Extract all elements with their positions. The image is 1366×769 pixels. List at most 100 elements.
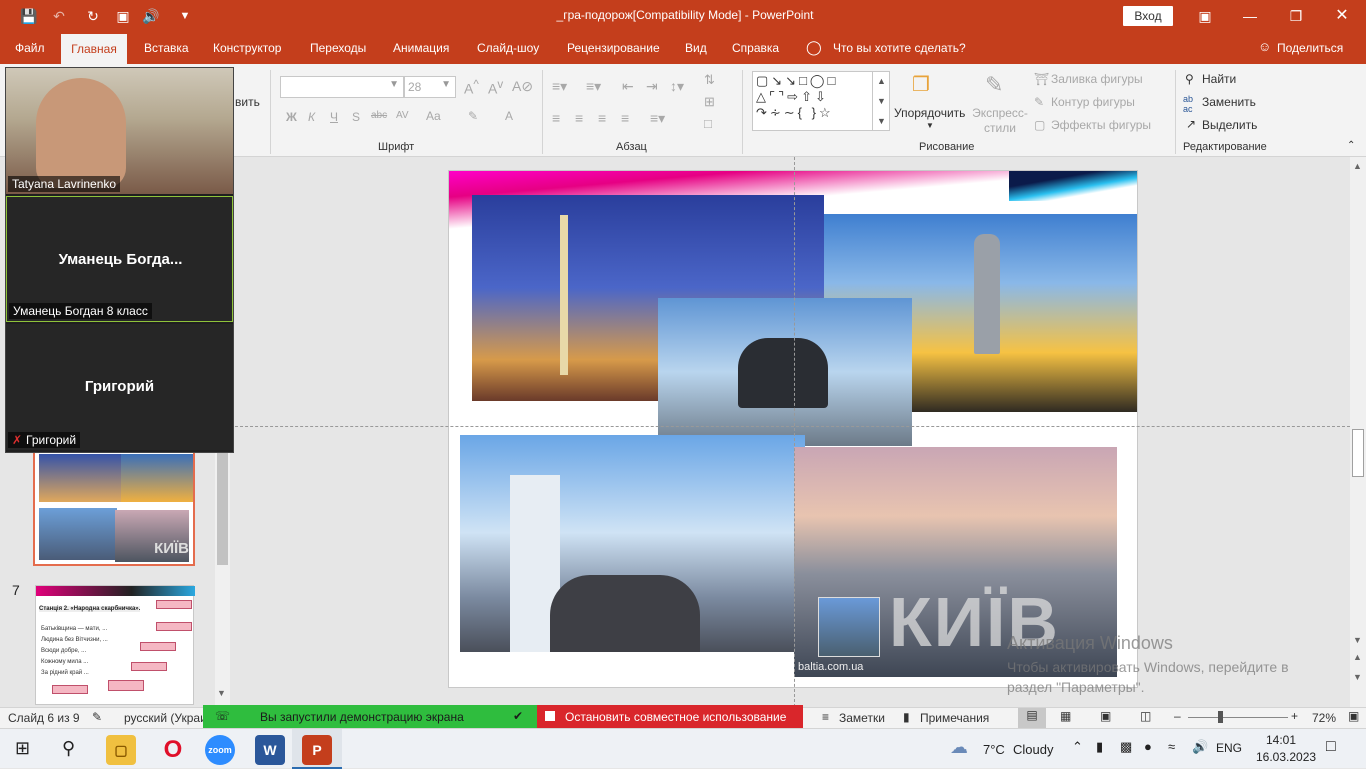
zoom-slider[interactable] [1188,717,1288,718]
tab-help[interactable]: Справка [732,41,779,55]
tell-me-search[interactable]: Что вы хотите сделать? [833,41,966,55]
numbering-icon[interactable]: ≡▾ [586,78,601,95]
clock-date[interactable]: 16.03.2023 [1256,750,1316,764]
video-tile[interactable]: Tatyana Lavrinenko [6,68,233,194]
shrink-font-icon[interactable]: Av [488,78,503,97]
editor-scrollbar[interactable]: ▲ ▼ ▲ ▼ [1350,157,1366,707]
arrange-button[interactable]: Упорядочить [894,106,965,120]
thumbnail-slide-6[interactable]: КИЇВ [33,440,195,566]
change-case-button[interactable]: Aa [426,109,441,123]
zoom-in-icon[interactable]: + [1291,709,1298,723]
powerpoint-taskbar-active[interactable]: P [292,729,342,769]
zoom-out-icon[interactable]: – [1174,709,1181,723]
chevron-up-icon[interactable]: ⌃ [1072,739,1083,755]
maximize-icon[interactable]: ❐ [1276,4,1316,28]
signin-button[interactable]: Вход [1123,6,1173,26]
wifi-icon[interactable]: ≈ [1168,739,1175,754]
bullets-icon[interactable]: ≡▾ [552,78,567,95]
tab-review[interactable]: Рецензирование [567,41,660,55]
align-center-icon[interactable]: ≡ [575,110,583,126]
normal-view-icon[interactable]: ▤ [1018,708,1046,728]
shadow-button[interactable]: S [352,110,360,124]
weather-text[interactable]: Cloudy [1013,742,1053,757]
volume-icon[interactable]: 🔊 [1192,739,1208,755]
slide-sorter-icon[interactable]: ▦ [1060,709,1071,723]
undo-icon[interactable]: ↶ [48,6,70,26]
underline-button[interactable]: Ч [330,110,338,124]
paste-label-fragment[interactable]: вить [235,95,260,109]
fit-slide-icon[interactable]: ▣ [1348,709,1359,723]
zoom-video-panel[interactable]: Tatyana Lavrinenko Уманець Богда... Уман… [5,67,234,453]
input-language[interactable]: ENG [1216,741,1242,755]
clear-format-icon[interactable]: A⊘ [512,78,533,95]
opera-icon[interactable]: O [158,735,188,765]
video-tile[interactable]: Григорий Григорий ✗ [6,324,233,450]
notes-button[interactable]: Заметки [839,711,885,725]
shape-fill-icon[interactable]: ⛩ [1034,72,1049,86]
text-direction-icon[interactable]: ⇅ [704,72,715,88]
search-icon[interactable]: ⚲ [62,738,75,759]
windows-start-icon[interactable]: ⊞ [15,738,30,759]
replace-button[interactable]: Заменить [1202,95,1256,109]
find-button[interactable]: Найти [1202,72,1236,86]
zoom-level[interactable]: 72% [1312,711,1336,725]
select-button[interactable]: Выделить [1202,118,1257,132]
collapse-ribbon-icon[interactable]: ⌃ [1347,140,1355,151]
customize-icon[interactable]: ▼ [174,6,196,26]
audio-icon[interactable]: 🔊 [140,6,162,26]
editor-scroll-thumb[interactable] [1352,429,1364,477]
shapes-gallery[interactable]: ▢↘↘□◯□ △⌜⌝⇨⇧⇩ ↷∻∼{ }☆ [752,71,890,131]
tab-design[interactable]: Конструктор [213,41,281,55]
shape-outline-icon[interactable]: ✎ [1034,95,1044,109]
word-icon[interactable]: W [255,735,285,765]
tab-insert[interactable]: Вставка [144,41,189,55]
next-slide-icon[interactable]: ▼ [1353,672,1362,682]
thumbnail-slide-7[interactable]: Станція 2. «Народна скарбничка». Батьків… [35,585,195,705]
chevron-down-icon[interactable]: ▼ [1353,635,1362,645]
minimize-icon[interactable]: — [1230,4,1270,28]
ribbon-display-icon[interactable]: ▣ [1185,4,1225,28]
font-color-button[interactable]: A [505,109,513,123]
slideshow-view-icon[interactable]: ◫ [1140,709,1151,723]
tab-animations[interactable]: Анимация [393,41,449,55]
shape-effects-button[interactable]: Эффекты фигуры [1051,118,1151,132]
video-tile-active-speaker[interactable]: Уманець Богда... Уманець Богдан 8 класс [6,196,233,322]
language-indicator[interactable]: русский (Украи [124,711,207,725]
quick-styles-icon[interactable]: ✎ [985,72,1003,98]
font-size-combo[interactable]: 28 ▼ [404,76,456,98]
align-text-icon[interactable]: ⊞ [704,94,715,110]
tab-view[interactable]: Вид [685,41,707,55]
network-icon[interactable]: ▩ [1120,739,1132,755]
font-name-combo[interactable]: ▼ [280,76,404,98]
chevron-down-icon[interactable]: ▼ [217,688,226,698]
zoom-slider-handle[interactable] [1218,711,1223,723]
photo-founders-monument[interactable] [658,298,912,446]
file-explorer-icon[interactable]: ▢ [106,735,136,765]
tab-slideshow[interactable]: Слайд-шоу [477,41,539,55]
close-icon[interactable]: ✕ [1322,4,1362,28]
justify-icon[interactable]: ≡ [621,110,629,126]
strikethrough-button[interactable]: abc [371,110,387,121]
shape-effects-icon[interactable]: ▢ [1034,118,1045,132]
columns-icon[interactable]: ≡▾ [650,110,665,127]
smartart-icon[interactable]: □ [704,116,712,131]
shape-outline-button[interactable]: Контур фигуры [1051,95,1135,109]
share-button[interactable]: Поделиться [1277,41,1343,55]
spellcheck-icon[interactable]: ✎ [92,710,102,724]
chevron-up-icon[interactable]: ▲ [1353,161,1362,171]
spacing-button[interactable]: AV [396,110,409,121]
grow-font-icon[interactable]: A^ [464,78,479,97]
bold-button[interactable]: Ж [286,110,297,124]
comments-button[interactable]: Примечания [920,711,989,725]
zoom-icon[interactable]: zoom [205,735,235,765]
tab-file[interactable]: Файл [15,41,45,55]
increase-indent-icon[interactable]: ⇥ [646,78,658,95]
microphone-icon[interactable]: ● [1144,739,1152,754]
shape-fill-button[interactable]: Заливка фигуры [1051,72,1143,86]
shapes-scroll[interactable]: ▲ ▼ ▼ [872,71,890,131]
photo-sophia-cathedral[interactable] [460,435,805,652]
highlight-icon[interactable]: ✎ [468,109,478,123]
tab-home[interactable]: Главная [61,34,127,64]
reading-view-icon[interactable]: ▣ [1100,709,1111,723]
battery-icon[interactable]: ▮ [1096,739,1103,755]
